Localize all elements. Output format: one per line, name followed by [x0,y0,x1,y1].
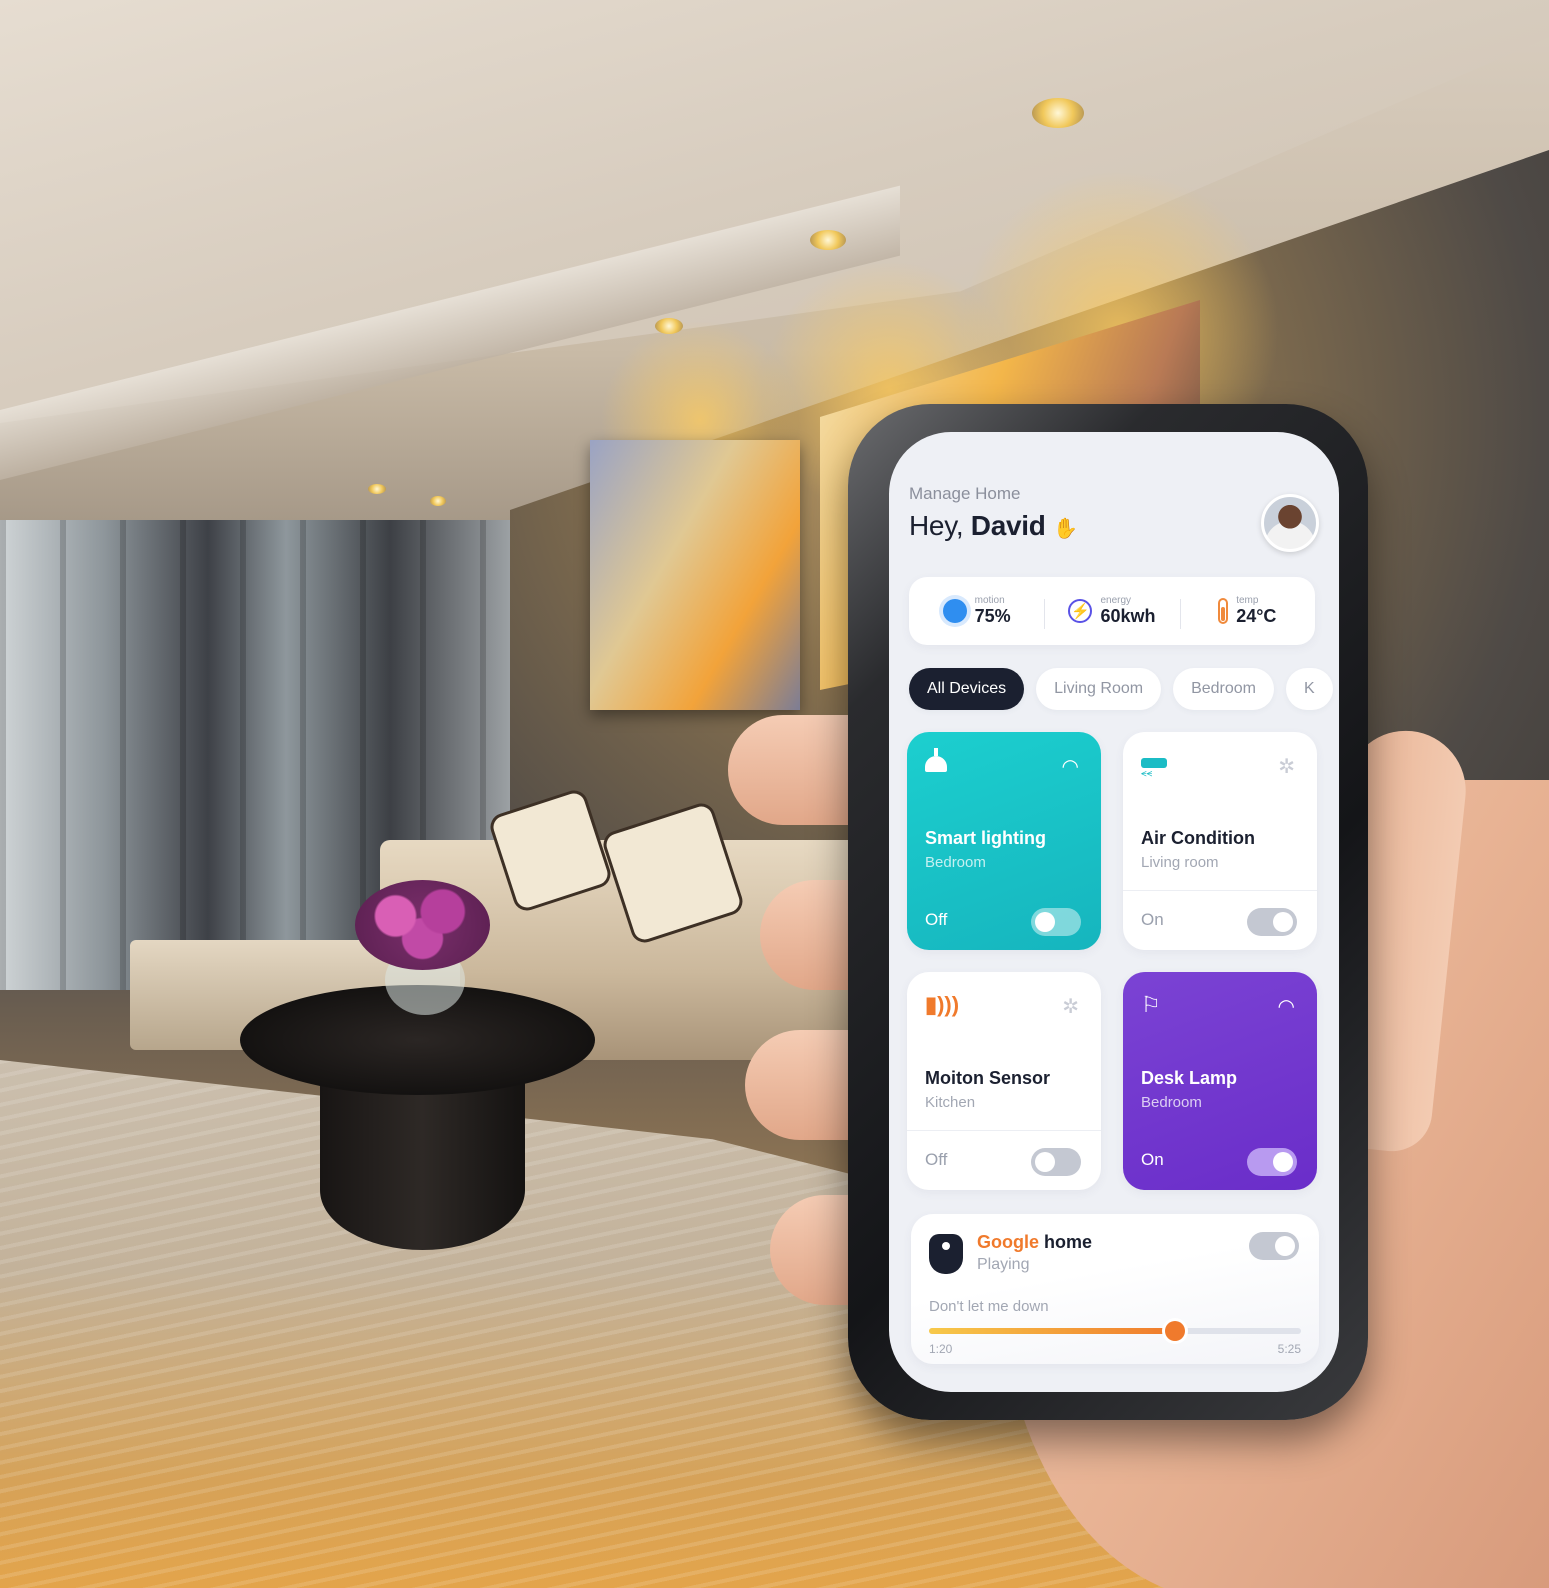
sun-icon [942,599,967,623]
device-card-motion-sensor[interactable]: ▮))) ✲ Moiton Sensor Kitchen Off [907,972,1101,1190]
card-divider [1123,890,1317,891]
tab-all-devices[interactable]: All Devices [909,668,1025,710]
tab-living-room[interactable]: Living Room [1036,668,1162,710]
energy-icon: ⚡ [1068,599,1093,623]
progress-fill [929,1328,1175,1334]
wifi-icon: ◠ [1061,756,1079,778]
ceiling-light [1032,98,1084,128]
time-total: 5:25 [1277,1342,1301,1356]
thermometer-icon [1218,598,1229,624]
avatar[interactable] [1261,494,1319,552]
device-name: Moiton Sensor [925,1068,1050,1088]
tab-bedroom[interactable]: Bedroom [1173,668,1274,710]
player-toggle[interactable] [1249,1232,1299,1260]
device-room: Bedroom [1141,1094,1202,1111]
song-title: Don't let me down [929,1298,1049,1315]
device-name: Air Condition [1141,828,1255,848]
device-name: Desk Lamp [1141,1068,1238,1088]
player-title-rest: home [1039,1232,1093,1252]
card-divider [907,1130,1101,1131]
user-name: David [970,510,1046,541]
air-conditioner-icon [1141,752,1167,779]
device-toggle[interactable] [1031,1148,1081,1176]
stat-value: 75% [974,606,1011,626]
bluetooth-icon: ✲ [1062,996,1079,1018]
tab-kitchen[interactable]: K [1286,668,1333,710]
ceiling-light [430,496,446,506]
page-subtitle: Manage Home [909,484,1021,503]
player-title: Google home [977,1232,1092,1253]
flowers [355,880,490,970]
time-current: 1:20 [929,1342,953,1356]
greeting-text: Hey, [909,510,971,541]
device-card-desk-lamp[interactable]: ⚐ ◠ Desk Lamp Bedroom On [1123,972,1317,1190]
device-card-smart-lighting[interactable]: ◠ Smart lighting Bedroom Off [907,732,1101,950]
bluetooth-icon: ✲ [1278,756,1295,778]
stat-energy: ⚡ energy 60kwh [1044,595,1179,629]
stat-motion: motion 75% [909,595,1044,627]
device-state: Off [925,1150,948,1169]
stats-bar: motion 75% ⚡ energy 60kwh temp 24°C [909,577,1315,645]
progress-handle[interactable] [1164,1321,1185,1341]
desk-lamp-icon: ⚐ [1141,992,1161,1017]
device-state: On [1141,910,1164,929]
device-state: On [1141,1150,1164,1169]
progress-track[interactable] [929,1321,1301,1341]
stat-value: 24°C [1236,606,1277,626]
device-state: Off [925,910,948,929]
stat-temp: temp 24°C [1179,595,1315,629]
google-home-player[interactable]: Google home Playing Don't let me down 1:… [911,1214,1319,1364]
device-room: Kitchen [925,1094,976,1111]
player-status: Playing [977,1256,1030,1273]
player-brand: Google [977,1232,1039,1252]
device-toggle[interactable] [1247,908,1297,936]
device-name: Smart lighting [925,828,1046,848]
stat-label: motion [974,595,1005,606]
ceiling-light [810,230,846,250]
stat-label: temp [1236,595,1259,606]
ceiling-light [655,318,683,334]
wifi-icon: ◠ [1277,996,1295,1018]
ceiling-light [368,484,386,494]
motion-sensor-icon: ▮))) [925,992,960,1017]
device-room: Bedroom [925,854,986,871]
device-toggle[interactable] [1247,1148,1297,1176]
room-tabs: All Devices Living Room Bedroom K [909,668,1333,710]
app-screen: Manage Home Hey, David ✋ motion 75% ⚡ ene… [889,432,1339,1392]
speaker-icon [929,1234,963,1274]
wall-painting [590,440,800,710]
stat-label: energy [1100,595,1132,606]
ceiling-lamp-icon [925,748,947,772]
page-title: Hey, David ✋ [909,510,1078,542]
device-room: Living room [1141,854,1219,871]
device-card-air-condition[interactable]: ✲ Air Condition Living room On [1123,732,1317,950]
wave-icon: ✋ [1053,518,1078,540]
stat-value: 60kwh [1100,606,1156,626]
device-toggle[interactable] [1031,908,1081,936]
